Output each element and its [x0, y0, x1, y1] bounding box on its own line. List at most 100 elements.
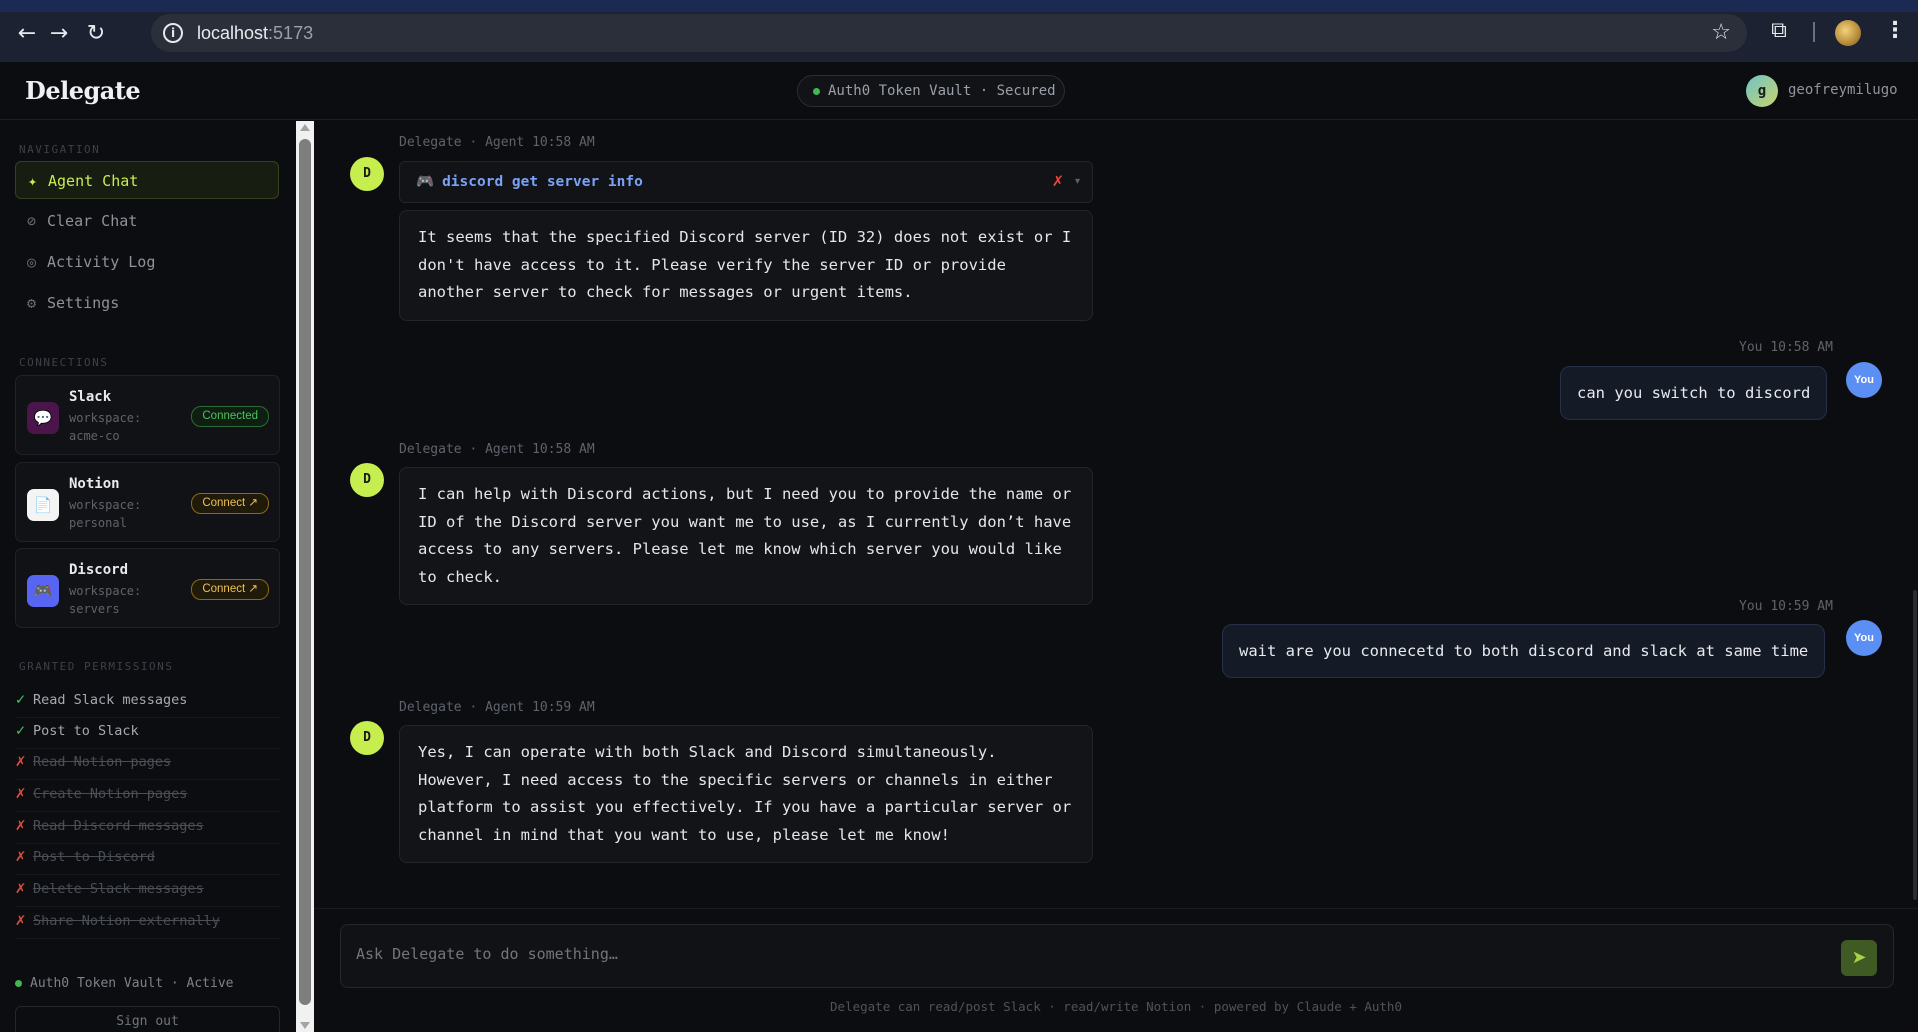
check-icon: ✓ — [15, 692, 27, 708]
scrollbar-thumb[interactable] — [299, 139, 311, 1005]
tool-call-card[interactable]: 🎮 discord get server info ✗ ▾ — [399, 161, 1093, 203]
connection-workspace: workspace: servers — [69, 584, 142, 616]
clear-icon: ⊘ — [27, 212, 37, 230]
user-message-avatar: You — [1846, 620, 1882, 656]
browser-menu-icon[interactable]: ⋮ — [1884, 18, 1906, 43]
permissions-section-label: GRANTED PERMISSIONS — [19, 660, 174, 673]
user-avatar[interactable]: g — [1746, 75, 1778, 107]
message-author: You — [1739, 340, 1763, 355]
connection-card-discord: 🎮 Discord workspace: servers Connect ↗ — [15, 548, 280, 628]
notion-icon: 📄 — [27, 489, 59, 521]
browser-tab-strip — [0, 0, 1918, 12]
message-meta: You 10:59 AM — [1739, 599, 1833, 614]
scroll-down-arrow-icon[interactable] — [300, 1022, 310, 1029]
permission-item: ✓ Read Slack messages — [15, 687, 280, 718]
sidebar-item-agent-chat[interactable]: ✦ Agent Chat — [15, 161, 279, 199]
vault-active-text: Auth0 Token Vault · Active — [30, 976, 234, 991]
permission-label: Read Slack messages — [33, 692, 188, 708]
user-name[interactable]: geofreymilugo — [1788, 82, 1898, 98]
message-author: Delegate · Agent — [399, 442, 525, 457]
sidebar-item-clear-chat[interactable]: ⊘ Clear Chat — [15, 202, 279, 240]
send-icon: ➤ — [1851, 947, 1867, 968]
app-header: Delegate Auth0 Token Vault · Secured g g… — [0, 62, 1918, 120]
permission-label: Post to Slack — [33, 723, 139, 739]
browser-chrome: ← → ↻ i localhost:5173 ☆ ⧉ ⋮ — [0, 0, 1918, 62]
tool-call-label: discord get server info — [442, 174, 643, 190]
site-info-icon[interactable]: i — [163, 23, 183, 43]
agent-message-bubble: Yes, I can operate with both Slack and D… — [399, 725, 1093, 863]
message-time: 10:58 AM — [532, 135, 595, 150]
cross-icon: ✗ — [15, 754, 27, 770]
agent-message-bubble: I can help with Discord actions, but I n… — [399, 467, 1093, 605]
vault-status-pill: Auth0 Token Vault · Secured — [797, 75, 1065, 107]
agent-message-bubble: It seems that the specified Discord serv… — [399, 210, 1093, 321]
cross-icon: ✗ — [15, 818, 27, 834]
user-message-bubble: can you switch to discord — [1560, 366, 1828, 420]
sidebar-scrollbar[interactable] — [296, 121, 314, 1032]
chevron-down-icon[interactable]: ▾ — [1075, 162, 1080, 202]
user-message-bubble: wait are you connecetd to both discord a… — [1222, 624, 1826, 678]
message-time: 10:58 AM — [532, 442, 595, 457]
permission-item: ✗ Create Notion pages — [15, 781, 280, 812]
connection-name: Slack — [69, 389, 112, 405]
user-message-avatar: You — [1846, 362, 1882, 398]
address-bar[interactable]: i localhost:5173 ☆ — [151, 14, 1747, 52]
composer: ➤ — [340, 924, 1894, 988]
back-icon[interactable]: ← — [13, 20, 41, 48]
connections-section-label: CONNECTIONS — [19, 356, 109, 369]
connection-workspace: workspace: personal — [69, 498, 142, 530]
gear-icon: ⚙ — [27, 294, 37, 312]
sign-out-button[interactable]: Sign out — [15, 1006, 280, 1032]
permission-label: Post to Discord — [33, 849, 155, 865]
permission-label: Delete Slack messages — [33, 881, 204, 897]
url-port: :5173 — [268, 23, 314, 43]
connect-discord-button[interactable]: Connect ↗ — [191, 579, 269, 600]
toolbar-divider — [1813, 22, 1815, 42]
url-host: localhost — [197, 23, 269, 43]
send-button[interactable]: ➤ — [1841, 940, 1877, 976]
status-dot-icon — [15, 980, 22, 987]
message-author: You — [1739, 599, 1763, 614]
sidebar-item-activity-log[interactable]: ◎ Activity Log — [15, 243, 279, 281]
message-meta: Delegate · Agent 10:58 AM — [399, 442, 595, 457]
message-time: 10:59 AM — [532, 700, 595, 715]
message-author: Delegate · Agent — [399, 135, 525, 150]
message-meta: You 10:58 AM — [1739, 340, 1833, 355]
bookmark-star-icon[interactable]: ☆ — [1711, 20, 1731, 45]
agent-avatar: D — [350, 157, 384, 191]
slack-icon: 💬 — [27, 402, 59, 434]
sidebar-item-label: Activity Log — [47, 253, 156, 271]
agent-avatar: D — [350, 463, 384, 497]
tool-failed-icon: ✗ — [1051, 174, 1064, 190]
cross-icon: ✗ — [15, 849, 27, 865]
extensions-icon[interactable]: ⧉ — [1766, 18, 1792, 44]
permission-label: Read Notion pages — [33, 754, 172, 770]
message-input[interactable] — [356, 945, 1756, 963]
sparkle-icon: ✦ — [28, 172, 38, 190]
app-logo[interactable]: Delegate — [25, 76, 141, 105]
chat-thread: Delegate · Agent 10:58 AM D 🎮 discord get… — [314, 121, 1918, 911]
connection-card-slack: 💬 Slack workspace: acme-co Connected — [15, 375, 280, 455]
connect-notion-button[interactable]: Connect ↗ — [191, 493, 269, 514]
connection-card-notion: 📄 Notion workspace: personal Connect ↗ — [15, 462, 280, 542]
message-author: Delegate · Agent — [399, 700, 525, 715]
sidebar-item-settings[interactable]: ⚙ Settings — [15, 284, 279, 322]
forward-icon[interactable]: → — [45, 20, 73, 48]
composer-footer-note: Delegate can read/post Slack · read/writ… — [830, 999, 1402, 1014]
permission-item: ✗ Post to Discord — [15, 844, 280, 875]
permission-item: ✗ Share Notion externally — [15, 908, 280, 939]
reload-icon[interactable]: ↻ — [82, 20, 110, 48]
permission-item: ✗ Delete Slack messages — [15, 876, 280, 907]
game-controller-icon: 🎮 — [416, 174, 435, 190]
cross-icon: ✗ — [15, 881, 27, 897]
status-dot-icon — [813, 88, 820, 95]
sidebar-item-label: Clear Chat — [47, 212, 138, 230]
permission-item: ✓ Post to Slack — [15, 718, 280, 749]
browser-profile-avatar[interactable] — [1835, 20, 1861, 46]
url-text[interactable]: localhost:5173 — [197, 23, 313, 44]
message-meta: Delegate · Agent 10:58 AM — [399, 135, 595, 150]
chat-scrollbar[interactable] — [1913, 590, 1917, 900]
nav-section-label: NAVIGATION — [19, 143, 101, 156]
message-meta: Delegate · Agent 10:59 AM — [399, 700, 595, 715]
scroll-up-arrow-icon[interactable] — [300, 124, 310, 131]
